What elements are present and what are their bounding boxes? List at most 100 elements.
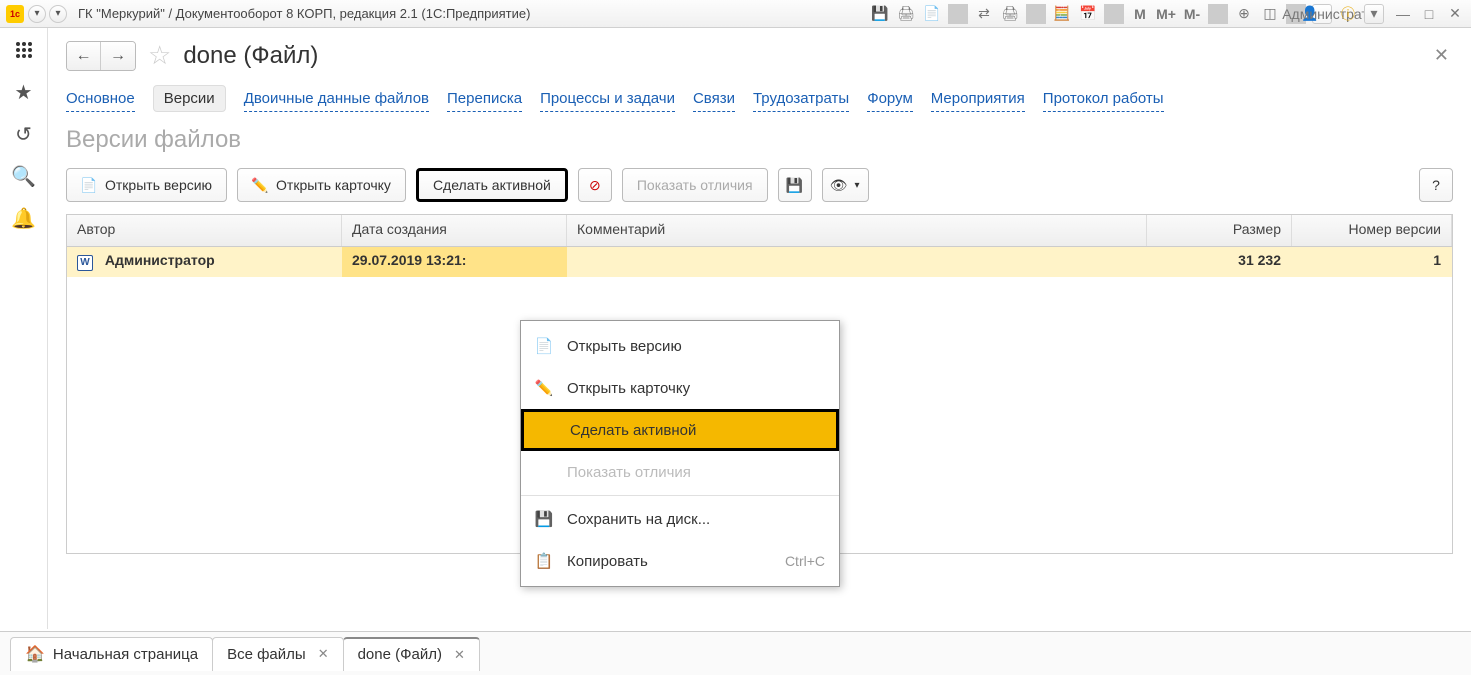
zoom-icon[interactable]: ⊕ [1234,4,1254,24]
back-button[interactable]: ← [67,42,101,70]
separator [948,4,968,24]
close-button[interactable]: ✕ [1445,4,1465,24]
separator [1208,4,1228,24]
tab-links[interactable]: Связи [693,86,735,112]
delete-icon: ⊘ [587,177,603,193]
notifications-icon[interactable]: 🔔 [12,206,36,230]
info-icon[interactable]: ⓘ [1338,4,1358,24]
page-title: done (Файл) [183,42,318,70]
open-card-button[interactable]: ✏️ Открыть карточку [237,168,406,202]
home-tab-label: Начальная страница [53,646,198,663]
table-row[interactable]: W Администратор 29.07.2019 13:21: 31 232… [67,247,1452,277]
tab-labor[interactable]: Трудозатраты [753,86,849,112]
copy-icon: 📋 [535,552,553,570]
context-menu: 📄 Открыть версию ✏️ Открыть карточку Сде… [520,320,840,587]
show-diff-button[interactable]: Показать отличия [622,168,768,202]
user-account-button[interactable]: 👤 Администратор [1312,4,1332,24]
close-tab-icon[interactable]: ✕ [454,647,465,663]
blank-icon [538,421,556,439]
help-label: ? [1432,177,1440,193]
eye-icon: 👁 [831,177,847,193]
grid-header: Автор Дата создания Комментарий Размер Н… [67,215,1452,247]
memory-mplus-button[interactable]: M+ [1156,4,1176,24]
menu-open-card[interactable]: ✏️ Открыть карточку [521,367,839,409]
bottom-tab-done-file[interactable]: done (Файл) ✕ [343,637,480,671]
panels-icon[interactable]: ◫ [1260,4,1280,24]
titlebar-circle-1[interactable]: ▾ [28,5,46,23]
memory-mminus-button[interactable]: M- [1182,4,1202,24]
tab-forum[interactable]: Форум [867,86,913,112]
cell-version: 1 [1292,247,1452,277]
calculator-icon[interactable]: 🧮 [1052,4,1072,24]
close-tab-icon[interactable]: ✕ [318,646,329,662]
document-icon: 📄 [535,337,553,355]
search-icon[interactable]: 🔍 [12,164,36,188]
tab-main[interactable]: Основное [66,86,135,112]
view-mode-button[interactable]: 👁 ▾ [822,168,869,202]
forward-button[interactable]: → [101,42,135,70]
app-title: ГК "Меркурий" / Документооборот 8 КОРП, … [78,6,530,21]
tab-protocol[interactable]: Протокол работы [1043,86,1164,112]
blank-icon [535,463,553,481]
titlebar-tools: 💾 🖨 📄 ⇄ 🖨 🧮 📅 M M+ M- ⊕ ◫ 👤 Администрато… [870,4,1465,24]
tab-binary-data[interactable]: Двоичные данные файлов [244,86,429,112]
bottom-tab-all-files[interactable]: Все файлы ✕ [212,637,344,671]
apps-grid-icon[interactable] [12,38,36,62]
page-header: ← → ☆ done (Файл) ✕ [66,40,1453,71]
header-version[interactable]: Номер версии [1292,215,1452,246]
header-comment[interactable]: Комментарий [567,215,1147,246]
show-diff-label: Показать отличия [637,177,753,193]
menu-show-diff: Показать отличия [521,451,839,493]
history-icon[interactable]: ↺ [12,122,36,146]
memory-m-button[interactable]: M [1130,4,1150,24]
tab-events[interactable]: Мероприятия [931,86,1025,112]
tab-correspondence[interactable]: Переписка [447,86,522,112]
document-icon: 📄 [81,177,97,193]
cell-size: 31 232 [1147,247,1292,277]
delete-button[interactable]: ⊘ [578,168,612,202]
document-icon[interactable]: 📄 [922,4,942,24]
header-date[interactable]: Дата создания [342,215,567,246]
save-icon[interactable]: 💾 [870,4,890,24]
home-icon: 🏠 [25,644,45,664]
header-size[interactable]: Размер [1147,215,1292,246]
open-version-button[interactable]: 📄 Открыть версию [66,168,227,202]
menu-separator [521,495,839,496]
print2-icon[interactable]: 🖨 [1000,4,1020,24]
cell-comment [567,247,1147,277]
favorite-star-icon[interactable]: ☆ [148,40,171,71]
section-title: Версии файлов [66,126,1453,154]
save-disk-button[interactable]: 💾 [778,168,812,202]
menu-open-card-label: Открыть карточку [567,380,690,397]
menu-copy[interactable]: 📋 Копировать Ctrl+C [521,540,839,582]
print-icon[interactable]: 🖨 [896,4,916,24]
menu-save-disk[interactable]: 💾 Сохранить на диск... [521,498,839,540]
minimize-button[interactable]: — [1393,4,1413,24]
compare-icon[interactable]: ⇄ [974,4,994,24]
menu-save-disk-label: Сохранить на диск... [567,511,710,528]
titlebar-circle-2[interactable]: ▾ [49,5,67,23]
close-page-button[interactable]: ✕ [1434,45,1453,66]
menu-open-version-label: Открыть версию [567,338,682,355]
word-file-icon: W [77,255,93,271]
dropdown-icon[interactable]: ▾ [1364,4,1384,24]
menu-make-active[interactable]: Сделать активной [521,409,839,451]
tab-processes[interactable]: Процессы и задачи [540,86,675,112]
maximize-button[interactable]: □ [1419,4,1439,24]
help-button[interactable]: ? [1419,168,1453,202]
favorites-icon[interactable]: ★ [12,80,36,104]
disk-icon: 💾 [535,510,553,528]
tab-versions[interactable]: Версии [153,85,226,112]
bottom-tab-label: done (Файл) [358,646,442,663]
menu-show-diff-label: Показать отличия [567,464,691,481]
bottom-tab-label: Все файлы [227,646,306,663]
separator [1026,4,1046,24]
make-active-button[interactable]: Сделать активной [416,168,568,202]
home-tab[interactable]: 🏠 Начальная страница [10,637,213,671]
menu-open-version[interactable]: 📄 Открыть версию [521,325,839,367]
open-card-label: Открыть карточку [276,177,391,193]
calendar-icon[interactable]: 📅 [1078,4,1098,24]
menu-make-active-label: Сделать активной [570,422,696,439]
header-author[interactable]: Автор [67,215,342,246]
left-rail: ★ ↺ 🔍 🔔 [0,28,48,629]
